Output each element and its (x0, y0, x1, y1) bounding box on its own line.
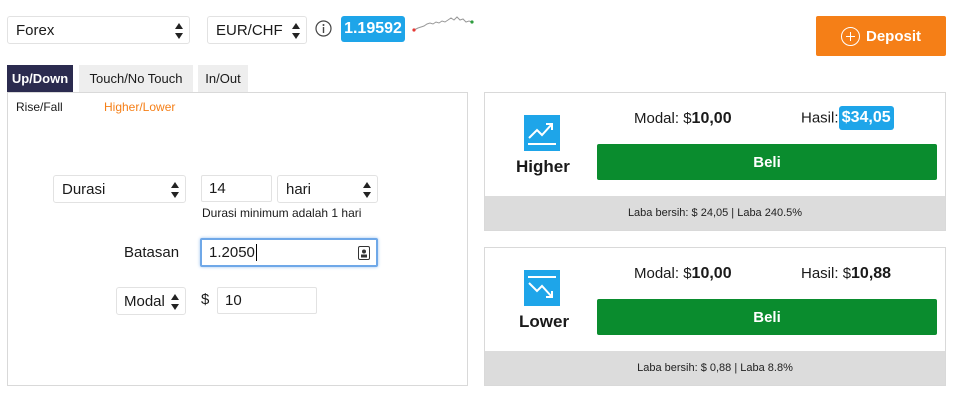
select-arrows-icon (363, 182, 371, 198)
higher-hasil: Hasil: $34,05 (801, 106, 894, 130)
duration-type-select[interactable]: Durasi (53, 175, 186, 203)
select-arrows-icon (171, 182, 179, 198)
subtab-rise-fall[interactable]: Rise/Fall (16, 100, 63, 114)
lower-net-profit: Laba bersih: $ 0,88 | Laba 8.8% (485, 351, 945, 385)
price-sparkline (412, 16, 474, 32)
modal-currency: $ (683, 265, 692, 282)
tab-label: Up/Down (11, 71, 69, 86)
tab-touch-no-touch[interactable]: Touch/No Touch (79, 65, 193, 92)
currency-symbol: $ (201, 291, 210, 308)
text-cursor (255, 244, 257, 261)
hasil-badge: $34,05 (838, 106, 894, 130)
hasil-value: 10,88 (851, 265, 892, 282)
symbol-select[interactable]: EUR/CHF (207, 16, 307, 44)
modal-value: 10,00 (691, 265, 732, 282)
price-badge: 1.19592 (341, 16, 405, 42)
info-circle-icon[interactable] (315, 20, 332, 37)
lower-modal: Modal: $10,00 (634, 265, 732, 283)
hasil-label: Hasil: (801, 265, 839, 282)
net-profit-text: Laba bersih: $ 24,05 | Laba 240.5% (627, 207, 803, 219)
barrier-input[interactable]: 1.2050 (200, 238, 378, 267)
lower-label: Lower (519, 312, 570, 331)
subtab-label: Rise/Fall (16, 100, 63, 114)
duration-unit-select[interactable]: hari (277, 175, 378, 203)
duration-type-value: Durasi (62, 180, 106, 198)
lower-hasil: Hasil: $10,88 (801, 265, 891, 283)
market-select[interactable]: Forex (7, 16, 190, 44)
buy-label: Beli (753, 308, 781, 326)
tab-in-out[interactable]: In/Out (198, 65, 248, 92)
lower-card: Lower Modal: $10,00 Hasil: $10,88 Beli L… (484, 247, 946, 386)
modal-currency: $ (683, 110, 692, 127)
duration-value: 14 (209, 180, 226, 197)
net-profit-text: Laba bersih: $ 0,88 | Laba 8.8% (637, 362, 793, 374)
tab-label: In/Out (205, 71, 241, 86)
buy-label: Beli (753, 153, 781, 171)
modal-label: Modal: (634, 110, 680, 127)
hasil-value: 34,05 (850, 109, 891, 126)
subtab-label: Higher/Lower (104, 100, 176, 114)
duration-hint: Durasi minimum adalah 1 hari (202, 206, 362, 220)
amount-input[interactable]: 10 (217, 287, 317, 314)
hasil-currency: $ (841, 109, 851, 126)
modal-label: Modal: (634, 265, 680, 282)
deposit-button[interactable]: Deposit (816, 16, 946, 56)
tab-up-down[interactable]: Up/Down (7, 65, 73, 92)
select-arrows-icon (171, 294, 179, 310)
higher-net-profit: Laba bersih: $ 24,05 | Laba 240.5% (485, 196, 945, 230)
select-arrows-icon (175, 23, 183, 39)
select-arrows-icon (292, 23, 300, 39)
deposit-label: Deposit (865, 27, 921, 45)
amount-value: 10 (225, 292, 242, 309)
amount-type-select[interactable]: Modal (116, 287, 186, 315)
tab-label: Touch/No Touch (89, 71, 183, 86)
buy-lower-button[interactable]: Beli (597, 299, 937, 335)
buy-higher-button[interactable]: Beli (597, 144, 937, 180)
plus-circle-icon (840, 26, 860, 46)
autofill-contact-icon (358, 246, 370, 260)
trend-down-icon (524, 270, 560, 306)
trend-up-icon (524, 115, 560, 151)
higher-card: Higher Modal: $10,00 Hasil: $34,05 Beli … (484, 92, 946, 231)
higher-modal: Modal: $10,00 (634, 110, 732, 128)
duration-unit-value: hari (286, 180, 312, 198)
market-select-value: Forex (16, 21, 55, 39)
subtab-higher-lower[interactable]: Higher/Lower (104, 100, 175, 114)
modal-value: 10,00 (691, 110, 732, 127)
price-value: 1.19592 (344, 20, 402, 37)
hasil-currency: $ (842, 265, 852, 282)
duration-input[interactable]: 14 (201, 175, 272, 202)
barrier-value: 1.2050 (209, 244, 255, 261)
higher-label: Higher (516, 157, 570, 176)
barrier-label: Batasan (124, 244, 180, 261)
symbol-select-value: EUR/CHF (216, 21, 283, 39)
amount-type-value: Modal (124, 292, 165, 310)
hasil-label: Hasil: (801, 109, 839, 127)
